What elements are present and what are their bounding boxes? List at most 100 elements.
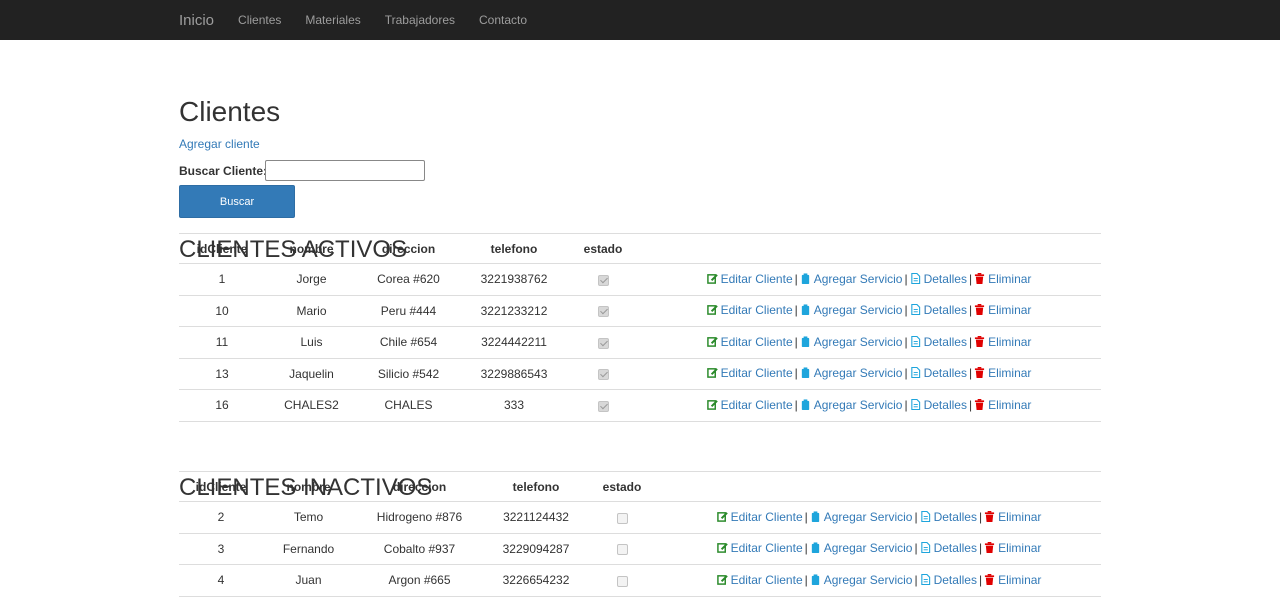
add-service-link[interactable]: Agregar Servicio <box>800 303 902 318</box>
trash-icon <box>984 542 995 556</box>
table-row: 10 Mario Peru #444 3221233212 Editar Cliente… <box>179 295 1101 327</box>
details-link[interactable]: Detalles <box>910 272 967 286</box>
add-service-link-label: Agregar Servicio <box>823 509 913 524</box>
cell-actions: Editar Cliente | Agregar Servicio | Detalles… <box>637 263 1101 296</box>
add-service-link[interactable]: Agregar Servicio <box>810 572 913 587</box>
action-separator: | <box>968 334 973 349</box>
table-row: 13 Jaquelin Silicio #542 3229886543 Editar C… <box>179 358 1101 390</box>
action-separator: | <box>904 334 908 349</box>
delete-link[interactable]: Eliminar <box>974 272 1031 286</box>
add-service-link[interactable]: Agregar Servicio <box>800 335 902 349</box>
action-separator: | <box>914 541 918 556</box>
edit-client-link[interactable]: Editar Cliente <box>706 271 793 286</box>
trash-icon <box>974 335 985 350</box>
action-separator: | <box>794 366 798 381</box>
edit-icon <box>706 399 718 413</box>
file-icon <box>910 272 921 287</box>
details-link[interactable]: Detalles <box>910 303 967 317</box>
edit-client-link[interactable]: Editar Cliente <box>706 335 793 349</box>
table-row: 1 Jorge Corea #620 3221938762 Editar Cliente… <box>179 263 1101 296</box>
nav-item-trabajadores[interactable]: Trabajadores <box>385 13 455 27</box>
column-header-direccion: direccion <box>358 233 459 264</box>
edit-client-link-label: Editar Cliente <box>720 303 793 318</box>
details-link[interactable]: Detalles <box>910 398 967 412</box>
edit-client-link[interactable]: Editar Cliente <box>716 510 803 525</box>
delete-link[interactable]: Eliminar <box>984 573 1041 587</box>
delete-link-label: Eliminar <box>988 271 1032 286</box>
estado-checkbox[interactable] <box>597 369 609 381</box>
edit-client-link[interactable]: Editar Cliente <box>706 303 793 318</box>
cell-id: 4 <box>179 564 263 597</box>
details-link[interactable]: Detalles <box>910 366 967 380</box>
clipboard-icon <box>800 304 811 318</box>
delete-link-label: Eliminar <box>998 509 1042 524</box>
add-service-link[interactable]: Agregar Servicio <box>800 398 902 412</box>
action-separator: | <box>794 397 798 412</box>
add-service-link-label: Agregar Servicio <box>823 572 913 587</box>
action-separator: | <box>794 271 798 286</box>
estado-checkbox[interactable] <box>597 337 609 349</box>
estado-checkbox[interactable] <box>597 306 609 318</box>
delete-link-label: Eliminar <box>988 334 1032 349</box>
search-label: Buscar Cliente: <box>179 164 268 178</box>
nav-item-contacto[interactable]: Contacto <box>479 13 527 27</box>
edit-client-link[interactable]: Editar Cliente <box>706 398 793 413</box>
add-service-link[interactable]: Agregar Servicio <box>800 272 902 286</box>
estado-checkbox[interactable] <box>597 400 609 412</box>
file-icon <box>910 304 921 318</box>
cell-estado <box>569 263 637 296</box>
action-separator: | <box>978 572 983 587</box>
cell-actions: Editar Cliente | Agregar Servicio | Detalles… <box>637 295 1101 327</box>
cell-direccion: Silicio #542 <box>358 358 459 390</box>
details-link[interactable]: Detalles <box>920 541 977 555</box>
cell-id: 11 <box>179 326 265 359</box>
table-row: 3 Fernando Cobalto #937 3229094287 Editar Cl… <box>179 533 1101 565</box>
column-header-telefono: telefono <box>459 233 569 264</box>
search-input[interactable] <box>265 160 425 181</box>
nav-item-materiales[interactable]: Materiales <box>305 13 360 27</box>
add-client-link[interactable]: Agregar cliente <box>179 137 260 151</box>
details-link[interactable]: Detalles <box>920 573 977 587</box>
estado-checkbox[interactable] <box>597 274 609 286</box>
add-service-link[interactable]: Agregar Servicio <box>810 541 912 555</box>
clipboard-icon <box>810 511 821 525</box>
details-link[interactable]: Detalles <box>920 510 977 524</box>
delete-link[interactable]: Eliminar <box>974 303 1031 317</box>
table-header-row: idCliente nombre direccion telefono estado <box>179 471 1101 502</box>
column-header-nombre: nombre <box>265 233 358 264</box>
active-clients-table: idCliente nombre direccion telefono estado 1… <box>179 233 1101 422</box>
delete-link[interactable]: Eliminar <box>984 510 1041 524</box>
edit-client-link[interactable]: Editar Cliente <box>716 541 803 555</box>
cell-nombre: Temo <box>263 501 354 534</box>
edit-client-link-label: Editar Cliente <box>720 366 793 381</box>
estado-checkbox[interactable] <box>616 575 628 587</box>
table-row: 11 Luis Chile #654 3224442211 Editar Cliente… <box>179 326 1101 359</box>
delete-link[interactable]: Eliminar <box>974 366 1031 380</box>
details-link[interactable]: Detalles <box>910 335 967 349</box>
cell-estado <box>569 326 637 359</box>
edit-client-link[interactable]: Editar Cliente <box>716 573 803 587</box>
edit-client-link[interactable]: Editar Cliente <box>706 366 793 381</box>
delete-link[interactable]: Eliminar <box>974 398 1031 412</box>
action-separator: | <box>968 271 973 286</box>
cell-direccion: Corea #620 <box>358 263 459 296</box>
edit-icon <box>716 511 728 525</box>
search-button[interactable]: Buscar <box>179 185 295 218</box>
edit-client-link-label: Editar Cliente <box>720 271 793 286</box>
add-service-link[interactable]: Agregar Servicio <box>800 366 902 380</box>
action-separator: | <box>804 509 808 524</box>
add-service-link[interactable]: Agregar Servicio <box>810 509 913 525</box>
nav-item-clientes[interactable]: Clientes <box>238 13 281 27</box>
nav-brand[interactable]: Inicio <box>179 12 214 29</box>
file-icon <box>910 398 921 413</box>
delete-link-label: Eliminar <box>988 366 1032 381</box>
delete-link[interactable]: Eliminar <box>974 335 1031 349</box>
estado-checkbox[interactable] <box>616 544 628 556</box>
page-title: Clientes <box>179 96 281 127</box>
estado-checkbox[interactable] <box>616 512 628 524</box>
action-separator: | <box>904 397 908 412</box>
action-separator: | <box>804 541 808 556</box>
cell-nombre: Jorge <box>265 263 358 296</box>
delete-link[interactable]: Eliminar <box>984 541 1041 555</box>
action-separator: | <box>968 303 973 318</box>
